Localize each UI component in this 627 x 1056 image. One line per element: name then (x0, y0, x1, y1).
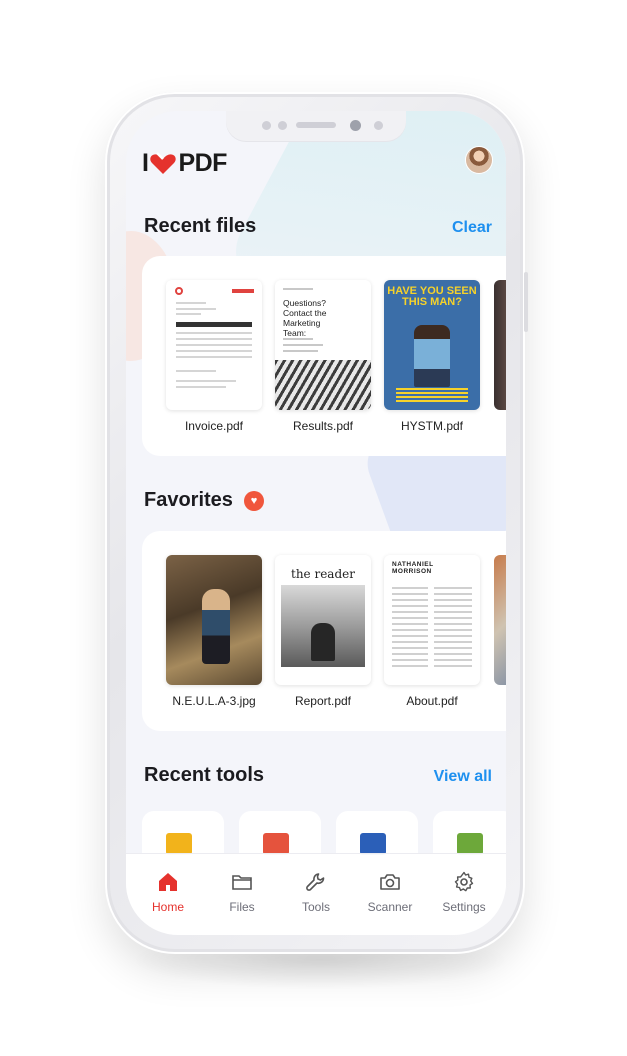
text-line (176, 302, 206, 304)
camera-lens (350, 120, 361, 131)
sensor-dot (278, 121, 287, 130)
file-item-report[interactable]: the reader Report.pdf (275, 555, 371, 708)
image-to-pdf-icon (166, 833, 192, 855)
app-header: I PDF (142, 147, 492, 177)
logo-letter: I (142, 149, 149, 177)
text-line (176, 386, 226, 388)
favorites-carousel[interactable]: N.E.U.L.A-3.jpg the reader Report.pdf NA… (142, 531, 506, 731)
file-thumbnail-partial[interactable] (494, 555, 506, 685)
sensor-dot (374, 121, 383, 130)
heart-logo-icon (150, 151, 177, 174)
poster-subtext (396, 388, 468, 402)
ilovepdf-logo[interactable]: I PDF (142, 149, 227, 178)
invoice-logo-icon (175, 287, 183, 295)
poster-figure (414, 325, 450, 387)
tab-label: Settings (442, 900, 486, 914)
tab-label: Home (151, 900, 184, 914)
file-thumbnail: the reader (275, 555, 371, 685)
file-thumbnail: Questions? Contact the Marketing Team: (275, 280, 371, 410)
file-thumbnail (166, 555, 262, 685)
camera-icon (380, 874, 400, 890)
text-line (176, 370, 216, 372)
wrench-icon (306, 873, 325, 891)
file-name: About.pdf (406, 694, 458, 708)
power-button (524, 272, 528, 332)
recent-files-carousel[interactable]: Invoice.pdf Questions? Contact the Marke… (142, 256, 506, 456)
text-line (176, 380, 236, 382)
speaker-grille (296, 122, 336, 128)
word-icon (360, 833, 386, 855)
tab-home[interactable]: Home (136, 870, 200, 914)
file-thumbnail-partial[interactable] (494, 280, 506, 410)
thumbnail-text: HAVE YOU SEEN THIS MAN? (387, 285, 477, 308)
file-name: Report.pdf (294, 694, 352, 708)
text-line (176, 338, 252, 340)
favorites-title: Favorites (144, 489, 233, 511)
app-screen: I PDF Recent files Clear Invoice.pdf Que… (126, 111, 506, 935)
file-thumbnail: HAVE YOU SEEN THIS MAN? (384, 280, 480, 410)
file-name: N.E.U.L.A-3.jpg (172, 694, 256, 708)
thumbnail-text: NATHANIEL MORRISON (392, 561, 434, 575)
file-item-about[interactable]: NATHANIEL MORRISON About.pdf (384, 555, 480, 708)
text-line (283, 288, 313, 290)
phone-notch (226, 111, 406, 141)
file-name: Results.pdf (292, 419, 354, 433)
split-pdf-icon (263, 833, 289, 855)
tab-label: Scanner (367, 900, 413, 914)
file-name: HYSTM.pdf (400, 419, 463, 433)
tab-label: Tools (301, 900, 330, 914)
folder-icon (232, 875, 252, 890)
photo-figure (202, 589, 230, 664)
recent-tools-title: Recent tools (144, 764, 265, 786)
file-name: Invoice.pdf (184, 419, 244, 433)
table-header (176, 322, 252, 327)
text-line (176, 313, 201, 315)
text-line (176, 356, 252, 358)
recent-files-title: Recent files (144, 215, 257, 237)
text-column (434, 587, 472, 667)
text-line (176, 344, 252, 346)
clear-button[interactable]: Clear (452, 219, 492, 237)
home-icon (159, 873, 177, 891)
file-item-hystm[interactable]: HAVE YOU SEEN THIS MAN? HYSTM.pdf (384, 280, 480, 433)
heart-icon: ♥ (244, 491, 264, 511)
photo-figure (311, 623, 335, 661)
file-item-invoice[interactable]: Invoice.pdf (166, 280, 262, 433)
text-line (283, 338, 313, 340)
gear-icon (454, 871, 474, 892)
text-line (176, 350, 252, 352)
text-line (283, 350, 318, 352)
logo-text: PDF (178, 149, 227, 177)
text-line (283, 344, 323, 346)
text-line (176, 332, 252, 334)
file-item-neula[interactable]: N.E.U.L.A-3.jpg (166, 555, 262, 708)
file-thumbnail: NATHANIEL MORRISON (384, 555, 480, 685)
text-line (176, 308, 216, 310)
tab-files[interactable]: Files (210, 870, 274, 914)
invoice-heading-mark (232, 289, 254, 293)
compress-pdf-icon (457, 833, 483, 855)
bottom-tab-bar: Home Files Tools Scanner Settings (126, 853, 506, 935)
tab-settings[interactable]: Settings (432, 870, 496, 914)
file-thumbnail (166, 280, 262, 410)
user-avatar[interactable] (466, 147, 492, 173)
tab-label: Files (229, 900, 255, 914)
building-image (275, 360, 371, 410)
view-all-button[interactable]: View all (434, 768, 492, 786)
thumbnail-text: Questions? Contact the Marketing Team: (283, 298, 327, 338)
file-item-results[interactable]: Questions? Contact the Marketing Team: R… (275, 280, 371, 433)
text-column (392, 587, 428, 667)
sensor-dot (262, 121, 271, 130)
thumbnail-text: the reader (291, 567, 355, 581)
tab-scanner[interactable]: Scanner (358, 870, 422, 914)
tab-tools[interactable]: Tools (284, 870, 348, 914)
